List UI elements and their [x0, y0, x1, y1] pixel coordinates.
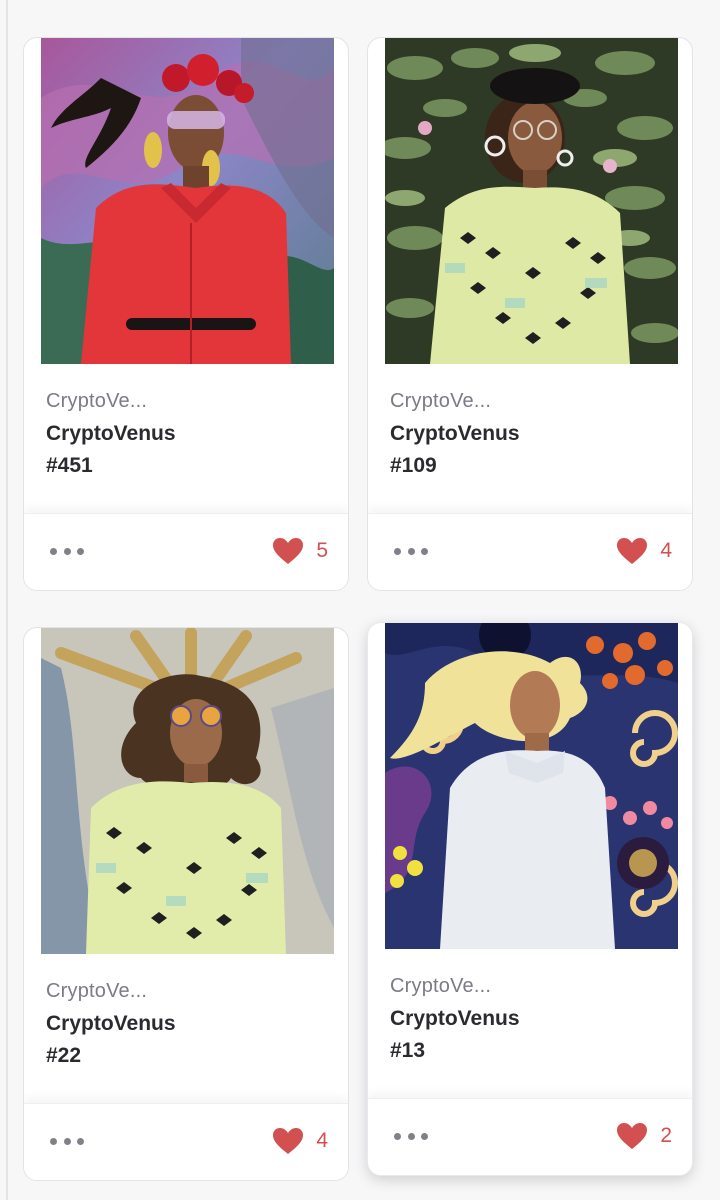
nft-artwork[interactable]: [385, 623, 678, 949]
card-footer: 4: [24, 1103, 348, 1180]
nft-card[interactable]: CryptoVe... CryptoVenus #451 5: [23, 37, 349, 591]
nft-artwork[interactable]: [41, 38, 334, 364]
nft-card-grid: CryptoVe... CryptoVenus #451 5 CryptoVe.…: [0, 0, 720, 1200]
card-footer: 5: [24, 513, 348, 590]
item-name[interactable]: CryptoVenus: [46, 422, 176, 446]
item-number: #109: [390, 454, 437, 477]
heart-icon: [273, 1128, 304, 1154]
item-number: #22: [46, 1044, 82, 1067]
more-options-button[interactable]: [394, 541, 428, 561]
nft-card[interactable]: CryptoVe... CryptoVenus #13 2: [367, 622, 693, 1176]
artwork-venus-beret: [385, 38, 678, 364]
collection-name[interactable]: CryptoVe...: [46, 980, 147, 1003]
heart-icon: [617, 1123, 648, 1149]
collection-name[interactable]: CryptoVe...: [390, 390, 491, 413]
more-options-button[interactable]: [394, 1126, 428, 1146]
like-count: 4: [316, 1129, 328, 1152]
nft-artwork[interactable]: [41, 628, 334, 954]
more-options-button[interactable]: [50, 541, 84, 561]
like-count: 5: [316, 539, 328, 562]
artwork-venus-white-sweater: [385, 623, 678, 949]
like-count: 4: [660, 539, 672, 562]
more-horizontal-icon: [50, 547, 57, 555]
card-footer: 2: [368, 1098, 692, 1175]
like-button[interactable]: 2: [616, 1118, 672, 1154]
nft-artwork[interactable]: [385, 38, 678, 364]
more-options-button[interactable]: [50, 1131, 84, 1151]
more-horizontal-icon: [394, 1132, 401, 1140]
like-button[interactable]: 4: [616, 533, 672, 569]
card-footer: 4: [368, 513, 692, 590]
heart-icon: [273, 538, 304, 564]
item-number: #451: [46, 454, 93, 477]
item-name[interactable]: CryptoVenus: [390, 1007, 520, 1031]
like-button[interactable]: 4: [272, 1123, 328, 1159]
more-horizontal-icon: [394, 547, 401, 555]
artwork-venus-sunburst-crown: [41, 628, 334, 954]
like-button[interactable]: 5: [272, 533, 328, 569]
collection-name[interactable]: CryptoVe...: [46, 390, 147, 413]
item-number: #13: [390, 1039, 426, 1062]
item-name[interactable]: CryptoVenus: [390, 422, 520, 446]
like-count: 2: [660, 1124, 672, 1147]
nft-card[interactable]: CryptoVe... CryptoVenus #109 4: [367, 37, 693, 591]
heart-icon: [617, 538, 648, 564]
artwork-venus-red-dress: [41, 38, 334, 364]
collection-name[interactable]: CryptoVe...: [390, 975, 491, 998]
item-name[interactable]: CryptoVenus: [46, 1012, 176, 1036]
more-horizontal-icon: [50, 1137, 57, 1145]
nft-card[interactable]: CryptoVe... CryptoVenus #22 4: [23, 627, 349, 1181]
